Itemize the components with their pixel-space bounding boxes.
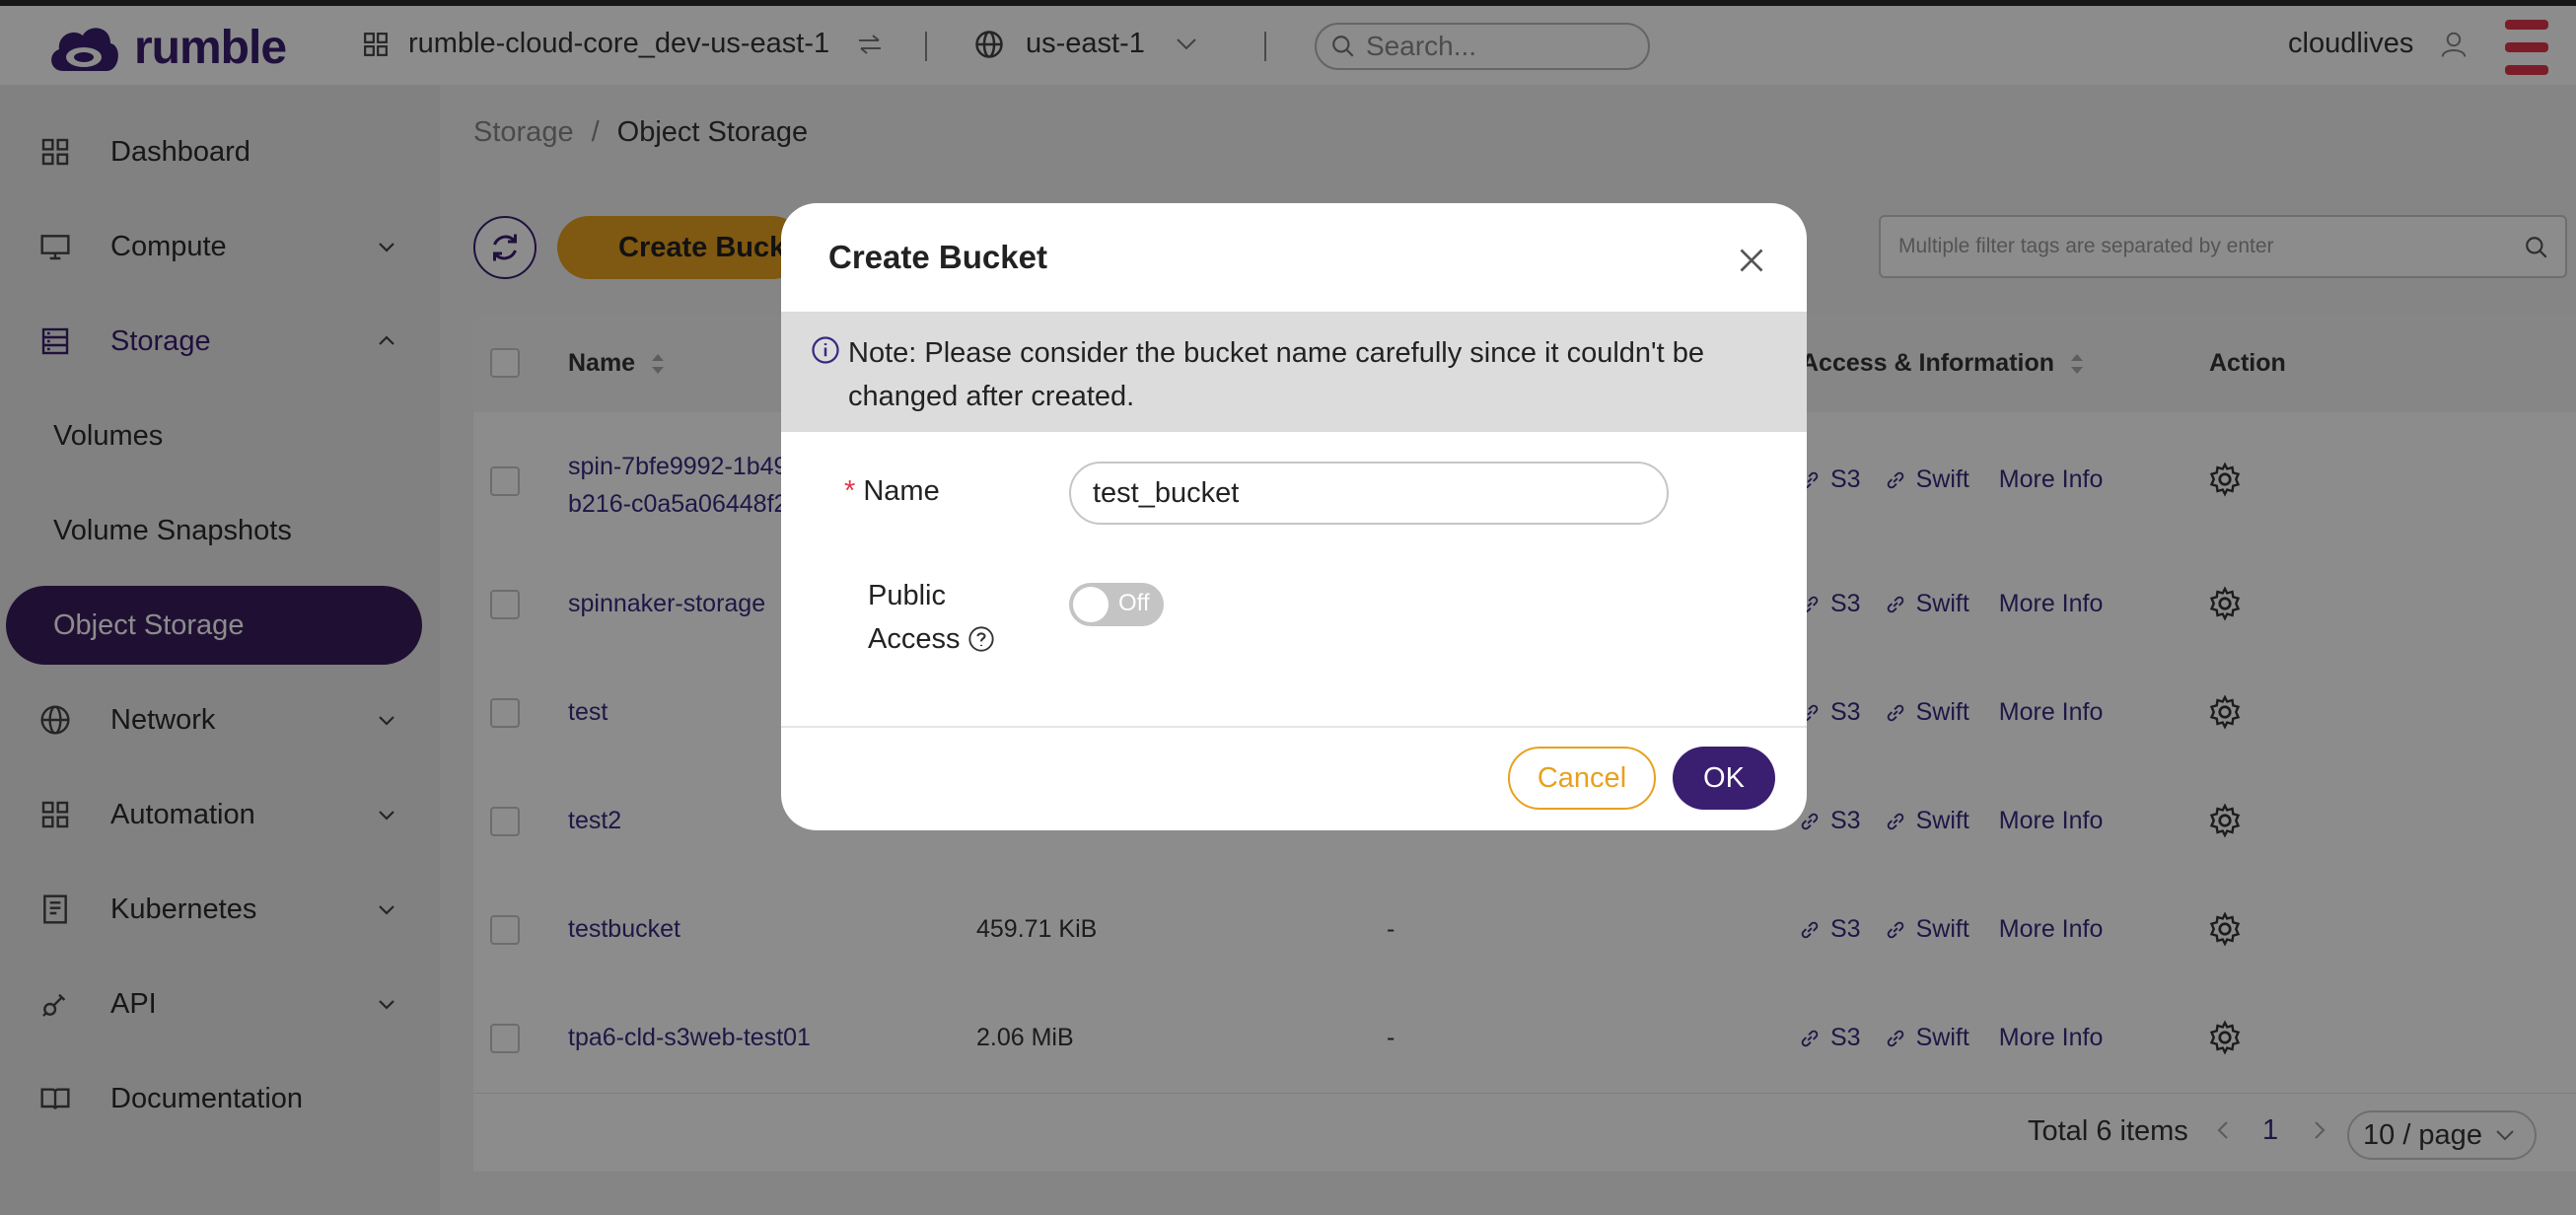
toggle-knob [1073,587,1109,622]
public-label-line1: Public [868,580,946,611]
public-label-line2: Access [868,623,961,655]
toggle-state: Off [1118,590,1150,616]
help-icon[interactable] [967,625,995,653]
public-access-toggle[interactable]: Off [1069,583,1164,626]
required-mark: * [844,475,856,507]
create-bucket-dialog: Create Bucket Note: Please consider the … [781,203,1807,830]
name-label-text: Name [863,475,940,507]
name-label: * Name [844,475,940,508]
info-icon [812,336,839,364]
note-text: Note: Please consider the bucket name ca… [848,337,1704,412]
dialog-title: Create Bucket [828,239,1047,275]
ok-button[interactable]: OK [1673,747,1775,810]
cancel-button[interactable]: Cancel [1508,747,1656,810]
bucket-name-input[interactable] [1069,462,1669,525]
dialog-divider [781,726,1807,728]
note-banner: Note: Please consider the bucket name ca… [781,312,1807,432]
public-access-label: Public Access [868,574,995,661]
close-icon[interactable] [1734,243,1769,278]
